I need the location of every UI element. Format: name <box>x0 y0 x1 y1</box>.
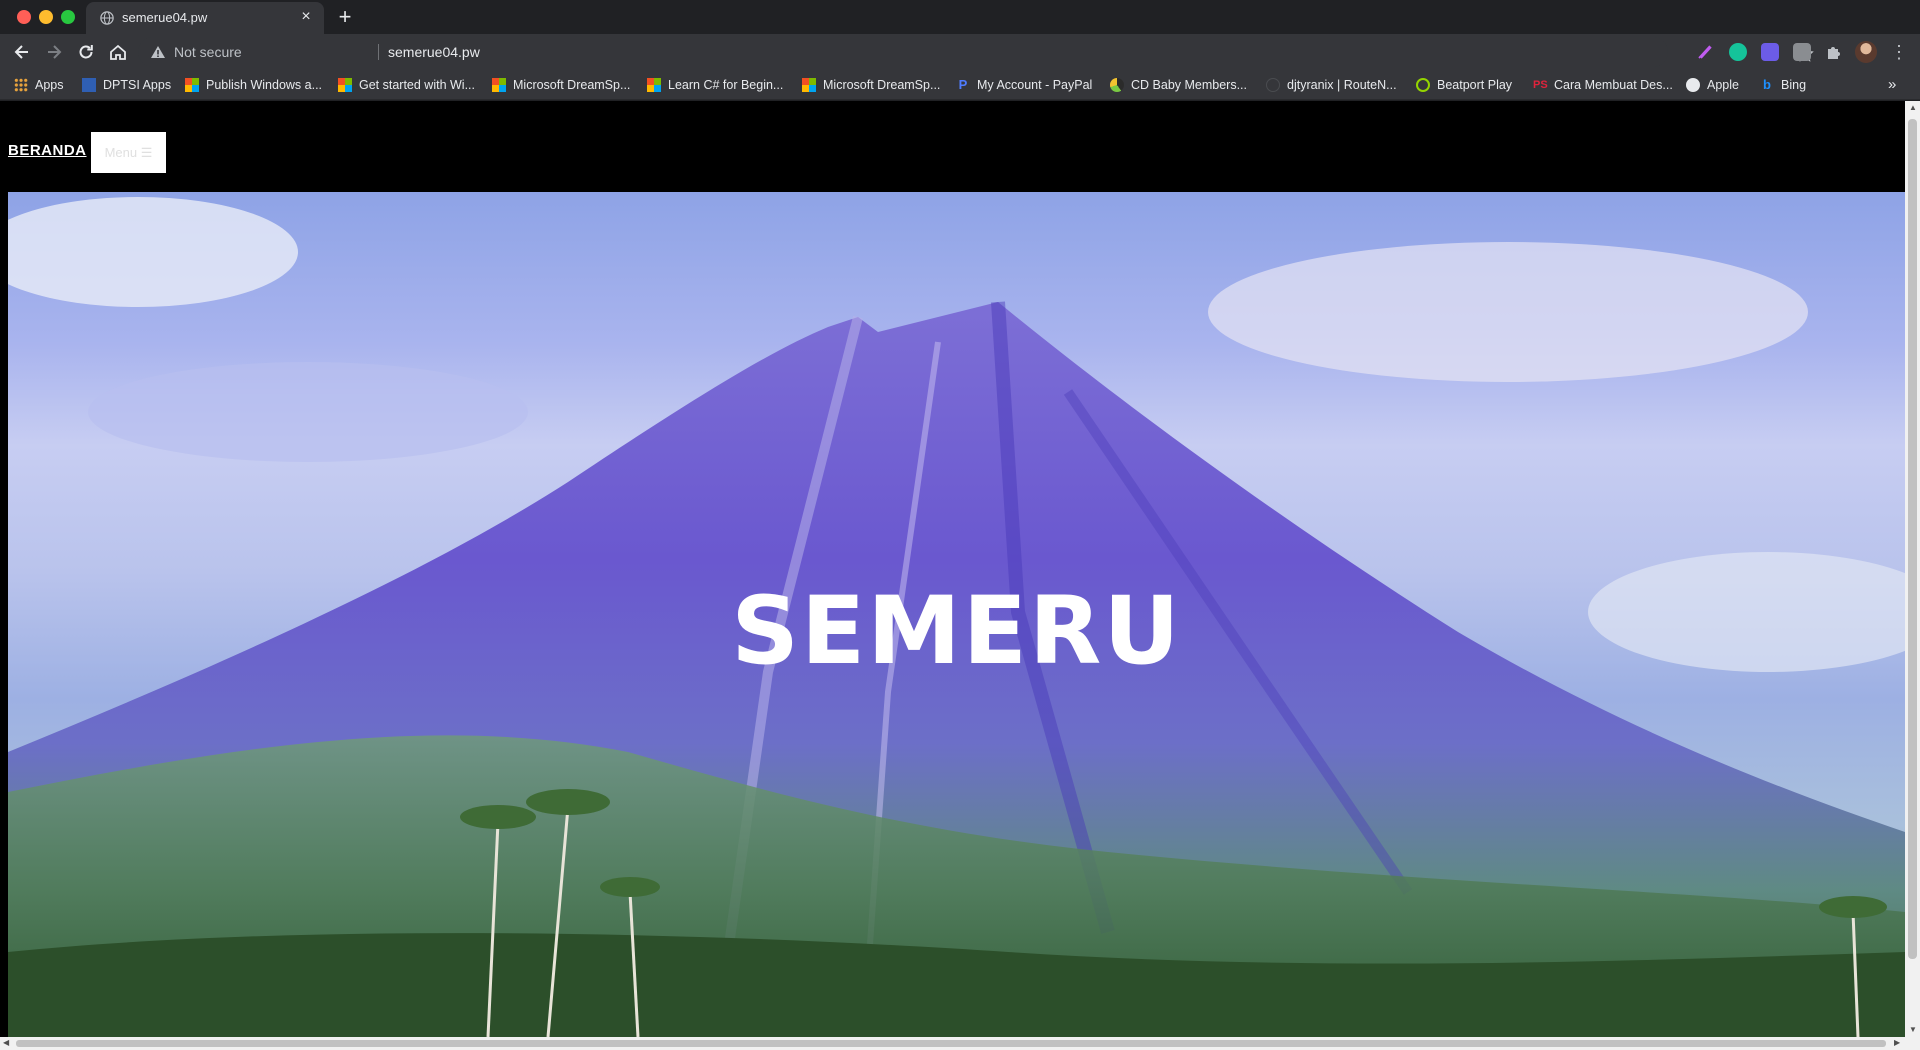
bing-icon: b <box>1763 77 1771 92</box>
bookmark-bing[interactable]: b Bing <box>1760 76 1806 94</box>
bookmark-label: Microsoft DreamSp... <box>513 78 631 92</box>
video-extension-icon[interactable] <box>1761 43 1779 61</box>
security-label[interactable]: Not secure <box>174 44 242 60</box>
beatport-icon <box>1416 78 1430 92</box>
microsoft-icon <box>492 78 506 92</box>
bookmark-label: My Account - PayPal <box>977 78 1093 92</box>
bookmark-paypal[interactable]: P My Account - PayPal <box>956 76 1093 94</box>
bookmark-apple[interactable]: Apple <box>1686 76 1739 94</box>
horizontal-scrollbar[interactable]: ◀ ▶ <box>0 1037 1920 1050</box>
bookmark-label: Microsoft DreamSp... <box>823 78 941 92</box>
bookmarks-bar: Apps DPTSI Apps Publish Windows a... Get… <box>0 70 1920 100</box>
bookmark-label: Publish Windows a... <box>206 78 323 92</box>
bookmark-learn-csharp[interactable]: Learn C# for Begin... <box>647 76 783 94</box>
forward-arrow-icon[interactable] <box>44 42 64 62</box>
back-arrow-icon[interactable] <box>12 42 32 62</box>
grammarly-icon[interactable] <box>1729 43 1747 61</box>
bookmark-label: Cara Membuat Des... <box>1554 78 1673 92</box>
pen-extension-icon[interactable] <box>1696 43 1714 61</box>
more-bookmarks-chevron-icon[interactable]: » <box>1888 76 1896 93</box>
bookmark-cara-membuat[interactable]: PS Cara Membuat Des... <box>1533 76 1673 94</box>
bookmark-cd-baby[interactable]: CD Baby Members... <box>1110 76 1247 94</box>
microsoft-icon <box>647 78 661 92</box>
microsoft-icon <box>185 78 199 92</box>
reload-icon[interactable] <box>76 42 96 62</box>
web-page: BERANDA Menu ☰ SEMERU <box>0 101 1905 1037</box>
paypal-icon: P <box>958 77 968 92</box>
tab-strip: semerue04.pw × + <box>0 0 1920 34</box>
bookmark-label: Beatport Play <box>1437 78 1513 92</box>
extensions-puzzle-icon[interactable] <box>1825 43 1843 61</box>
cdbaby-icon <box>1110 78 1124 92</box>
home-icon[interactable] <box>108 42 128 62</box>
bookmark-label: djtyranix | RouteN... <box>1287 78 1397 92</box>
browser-toolbar: Not secure semerue04.pw ⋮ <box>0 34 1920 70</box>
bookmark-dptsi-apps[interactable]: DPTSI Apps <box>82 76 171 94</box>
close-window-button[interactable] <box>17 10 31 24</box>
close-tab-icon[interactable]: × <box>298 9 314 25</box>
profile-avatar[interactable] <box>1855 41 1877 63</box>
hero-title: SEMERU <box>731 577 1182 686</box>
bookmark-label: Apple <box>1707 78 1739 92</box>
menu-button[interactable]: Menu ☰ <box>91 132 166 173</box>
hero-banner: SEMERU <box>8 192 1905 1037</box>
bookmark-label: Apps <box>35 78 64 92</box>
home-link[interactable]: BERANDA <box>8 142 87 159</box>
bookmark-dreamspark-2[interactable]: Microsoft DreamSp... <box>802 76 940 94</box>
new-tab-button[interactable]: + <box>334 6 356 28</box>
apps-grid-icon <box>14 78 28 92</box>
bookmark-publish-windows[interactable]: Publish Windows a... <box>185 76 322 94</box>
bookmark-label: Get started with Wi... <box>359 78 476 92</box>
scroll-down-arrow-icon[interactable]: ▼ <box>1909 1025 1917 1034</box>
scroll-up-arrow-icon[interactable]: ▲ <box>1909 103 1917 112</box>
photoshop-icon: PS <box>1533 79 1548 91</box>
scroll-left-arrow-icon[interactable]: ◀ <box>3 1038 9 1047</box>
warning-icon[interactable] <box>150 45 166 59</box>
vertical-scrollbar[interactable]: ▲ ▼ <box>1905 101 1920 1037</box>
bookmark-label: CD Baby Members... <box>1131 78 1248 92</box>
bookmark-dreamspark-1[interactable]: Microsoft DreamSp... <box>492 76 630 94</box>
bookmark-label: Bing <box>1781 78 1807 92</box>
address-separator <box>378 44 379 60</box>
globe-icon <box>100 11 114 25</box>
chat-extension-icon[interactable] <box>1793 43 1811 61</box>
routenote-icon <box>1266 78 1280 92</box>
bookmark-routenote[interactable]: djtyranix | RouteN... <box>1266 76 1397 94</box>
tab-title: semerue04.pw <box>122 10 208 25</box>
bookmark-beatport[interactable]: Beatport Play <box>1416 76 1512 94</box>
site-navbar: BERANDA Menu ☰ <box>0 101 1905 192</box>
maximize-window-button[interactable] <box>61 10 75 24</box>
browser-tab[interactable]: semerue04.pw × <box>86 2 324 34</box>
bookmark-label: DPTSI Apps <box>103 78 172 92</box>
bookmark-get-started[interactable]: Get started with Wi... <box>338 76 475 94</box>
bookmark-label: Learn C# for Begin... <box>668 78 784 92</box>
minimize-window-button[interactable] <box>39 10 53 24</box>
url-text[interactable]: semerue04.pw <box>388 44 480 60</box>
globe-icon <box>1686 78 1700 92</box>
bookmark-apps[interactable]: Apps <box>14 76 64 94</box>
scroll-right-arrow-icon[interactable]: ▶ <box>1894 1038 1900 1047</box>
horizontal-scroll-thumb[interactable] <box>16 1040 1886 1047</box>
microsoft-icon <box>338 78 352 92</box>
dptsi-icon <box>82 78 96 92</box>
microsoft-icon <box>802 78 816 92</box>
more-menu-icon[interactable]: ⋮ <box>1890 42 1908 62</box>
address-bar[interactable]: Not secure semerue04.pw <box>138 37 1814 67</box>
vertical-scroll-thumb[interactable] <box>1908 119 1917 959</box>
